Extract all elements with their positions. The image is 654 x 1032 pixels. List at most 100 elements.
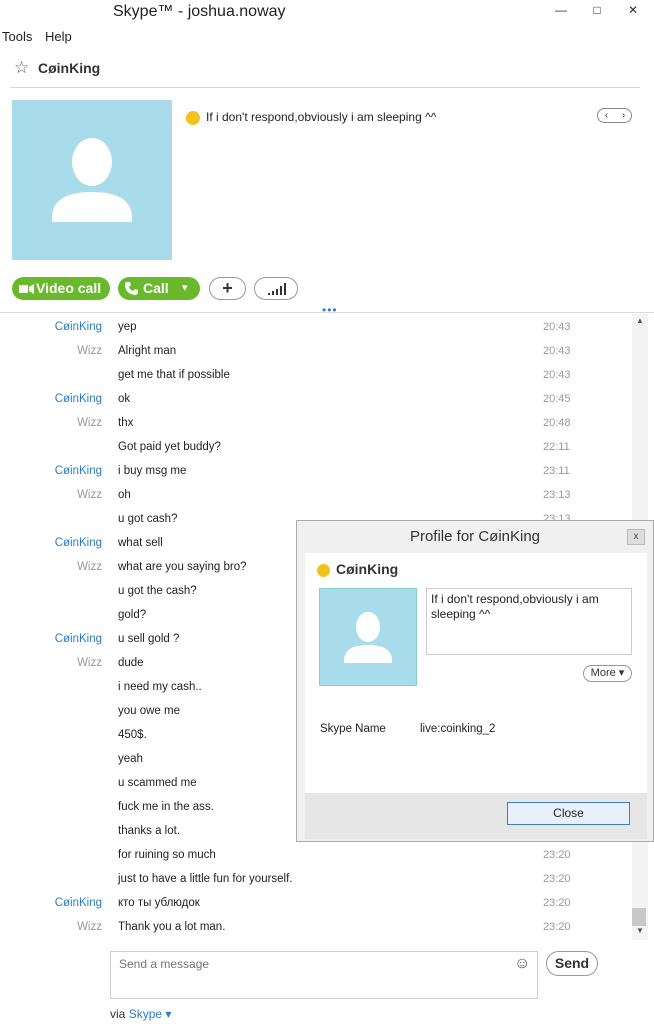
default-user-icon [52, 138, 132, 222]
profile-name: CøinKing [317, 561, 398, 577]
scroll-up-icon[interactable]: ▲ [632, 316, 648, 328]
profile-close-button[interactable]: Close [507, 802, 630, 825]
message-text: ok [118, 393, 131, 405]
message-text: yeah [118, 753, 143, 765]
menu-bar: Tools Help [0, 27, 654, 47]
message-sender[interactable]: Wizz [77, 417, 102, 429]
pager-next-icon[interactable]: › [615, 109, 632, 122]
profile-name-text: CøinKing [336, 561, 399, 577]
profile-dialog: Profile for CøinKing x CøinKing If i don… [296, 520, 654, 842]
message-text: i need my cash.. [118, 681, 202, 693]
call-quality-button[interactable] [254, 277, 298, 300]
maximize-icon[interactable]: □ [584, 0, 610, 20]
profile-footer: Close [305, 793, 647, 839]
video-call-button[interactable]: Video call [12, 277, 110, 300]
send-button[interactable]: Send [546, 951, 598, 976]
message-text: u got cash? [118, 513, 178, 525]
profile-mood-icon [317, 563, 330, 577]
message-time: 20:43 [543, 345, 571, 357]
message-time: 22:11 [543, 441, 570, 453]
message-text: fuck me in the ass. [118, 801, 214, 813]
message-sender[interactable]: Wizz [77, 921, 102, 933]
video-camera-icon [19, 284, 34, 294]
message-text: get me that if possible [118, 369, 230, 381]
message-text: yep [118, 321, 137, 333]
message-row: get me that if possible 20:43 [0, 364, 632, 388]
mood-text: If i don't respond,obviously i am sleepi… [206, 110, 437, 124]
message-text: gold? [118, 609, 147, 621]
message-text: thanks a lot. [118, 825, 181, 837]
message-sender[interactable]: CøinKing [55, 633, 102, 645]
phone-icon [125, 282, 138, 295]
message-text: for ruining so much [118, 849, 216, 861]
via-skype-link[interactable]: Skype ▾ [129, 1007, 172, 1021]
resize-grip-icon[interactable]: ••• [322, 303, 338, 317]
pager-prev-icon[interactable]: ‹ [598, 109, 615, 122]
profile-default-user-icon [344, 612, 392, 663]
message-text: Thank you a lot man. [118, 921, 226, 933]
message-time: 23:20 [543, 849, 571, 861]
message-sender[interactable]: CøinKing [55, 321, 102, 333]
video-call-label: Video call [36, 280, 102, 296]
profile-dialog-title: Profile for CøinKing [409, 528, 541, 545]
message-time: 23:11 [543, 465, 570, 477]
message-time: 23:13 [543, 489, 571, 501]
contact-avatar[interactable] [12, 100, 172, 260]
add-participant-button[interactable]: + [209, 277, 246, 300]
message-text: dude [118, 657, 144, 669]
profile-avatar [319, 588, 417, 686]
message-sender[interactable]: CøinKing [55, 897, 102, 909]
profile-more-button[interactable]: More ▾ [583, 665, 632, 682]
window-title: Skype™ - joshua.noway [113, 3, 286, 20]
scroll-thumb[interactable] [632, 908, 646, 926]
menu-help[interactable]: Help [45, 29, 72, 44]
profile-body: CøinKing If i don't respond,obviously i … [305, 553, 647, 793]
message-row: Wizz thx 20:48 [0, 412, 632, 436]
message-row: CøinKing yep 20:43 [0, 316, 632, 340]
via-selector: via Skype ▾ [110, 1007, 171, 1021]
message-text: just to have a little fun for yourself. [118, 873, 293, 885]
scroll-down-icon[interactable]: ▼ [632, 926, 648, 938]
message-text: Alright man [118, 345, 177, 357]
message-text: oh [118, 489, 131, 501]
emoticon-icon[interactable]: ☺ [514, 955, 530, 973]
chat-divider [0, 312, 654, 313]
skype-name-value: live:coinking_2 [420, 723, 496, 735]
message-text: i buy msg me [118, 465, 187, 477]
mood-icon [186, 110, 200, 125]
message-text: u got the cash? [118, 585, 197, 597]
message-row: just to have a little fun for yourself. 2… [0, 868, 632, 892]
message-row: for ruining so much 23:20 [0, 844, 632, 868]
header-divider [10, 87, 640, 88]
message-row: CøinKing i buy msg me 23:11 [0, 460, 632, 484]
message-input-box[interactable] [110, 951, 538, 999]
message-time: 20:43 [543, 369, 571, 381]
message-text: 450$. [118, 729, 147, 741]
call-label: Call [143, 280, 169, 296]
title-bar: Skype™ - joshua.noway — □ ✕ [0, 0, 654, 25]
message-time: 20:45 [543, 393, 571, 405]
message-sender[interactable]: Wizz [77, 489, 102, 501]
message-row: Wizz Alright man 20:43 [0, 340, 632, 364]
call-dropdown-icon[interactable]: ▾ [182, 277, 188, 300]
message-sender[interactable]: Wizz [77, 561, 102, 573]
close-window-icon[interactable]: ✕ [612, 0, 654, 20]
signal-strength-icon [268, 283, 286, 295]
message-sender[interactable]: CøinKing [55, 393, 102, 405]
favorite-star-icon[interactable]: ☆ [14, 58, 29, 78]
message-row: Got paid yet buddy? 22:11 [0, 436, 632, 460]
message-sender[interactable]: CøinKing [55, 537, 102, 549]
message-time: 23:20 [543, 873, 571, 885]
profile-mood-text: If i don't respond,obviously i am sleepi… [426, 588, 632, 655]
message-sender[interactable]: Wizz [77, 345, 102, 357]
contact-name: CøinKing [38, 60, 101, 76]
minimize-icon[interactable]: — [548, 0, 574, 20]
call-button[interactable]: Call ▾ [118, 277, 200, 300]
message-sender[interactable]: CøinKing [55, 465, 102, 477]
message-row: CøinKing ok 20:45 [0, 388, 632, 412]
message-text: thx [118, 417, 134, 429]
profile-close-icon[interactable]: x [627, 529, 645, 545]
message-sender[interactable]: Wizz [77, 657, 102, 669]
menu-tools[interactable]: Tools [2, 29, 32, 44]
message-input[interactable] [111, 952, 537, 998]
